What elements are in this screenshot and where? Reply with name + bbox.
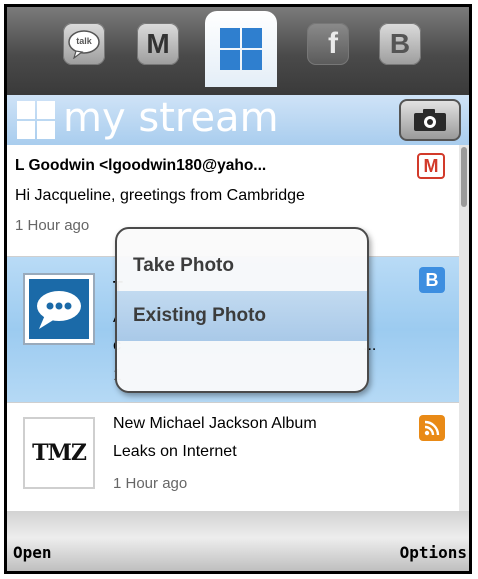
- speech-bubble-icon: [23, 273, 95, 345]
- tab-mystream[interactable]: [205, 11, 277, 87]
- options-softkey[interactable]: Options: [400, 543, 467, 562]
- app-tab-bar: talk M f B: [7, 7, 469, 95]
- item-line-1: New Michael Jackson Album: [113, 415, 317, 432]
- mail-icon: M: [137, 23, 179, 65]
- grid-icon: [220, 28, 262, 70]
- camera-button[interactable]: [399, 99, 461, 141]
- rss-icon: [419, 415, 445, 441]
- tab-talk-label: talk: [76, 36, 92, 46]
- scrollbar-thumb[interactable]: [461, 147, 467, 207]
- camera-icon: [414, 109, 446, 131]
- menu-item-take-photo[interactable]: Take Photo: [117, 241, 367, 291]
- gmail-icon: M: [417, 153, 445, 179]
- page-title: my stream: [63, 95, 279, 141]
- item-subject: Hi Jacqueline, greetings from Cambridge: [15, 187, 305, 204]
- tmz-thumbnail: TMZ: [23, 417, 95, 489]
- tab-twitter[interactable]: B: [375, 19, 425, 69]
- list-item[interactable]: TMZ New Michael Jackson Album Leaks on I…: [7, 403, 459, 511]
- tab-facebook[interactable]: f: [303, 19, 353, 69]
- facebook-icon: f: [307, 23, 349, 65]
- item-time: 1 Hour ago: [113, 475, 188, 492]
- tab-facebook-label: f: [328, 27, 338, 60]
- thumb-text: TMZ: [32, 440, 87, 466]
- gmail-icon-glyph: M: [423, 155, 439, 176]
- item-sender: L Goodwin <lgoodwin180@yaho...: [15, 157, 267, 174]
- softkey-bar: Open Options: [7, 511, 469, 571]
- tab-gmail-label: M: [146, 28, 170, 59]
- photo-popup-menu: Take Photo Existing Photo: [115, 227, 369, 393]
- twitter-icon: B: [379, 23, 421, 65]
- phone-screen: talk M f B my stream L Goodwin <lgoodwin…: [4, 4, 472, 574]
- tab-twitter-label: B: [389, 28, 411, 59]
- talk-icon: talk: [63, 23, 105, 65]
- tab-talk[interactable]: talk: [59, 19, 109, 69]
- tab-gmail[interactable]: M: [133, 19, 183, 69]
- title-bar: my stream: [7, 95, 469, 145]
- item-time: 1 Hour ago: [15, 217, 90, 234]
- menu-item-existing-photo[interactable]: Existing Photo: [117, 291, 367, 341]
- twitter-icon: B: [419, 267, 445, 293]
- scrollbar[interactable]: [459, 145, 469, 511]
- open-softkey[interactable]: Open: [13, 543, 52, 562]
- twitter-icon-glyph: B: [425, 269, 439, 290]
- stream-logo-icon: [17, 101, 55, 139]
- item-line-2: Leaks on Internet: [113, 443, 237, 460]
